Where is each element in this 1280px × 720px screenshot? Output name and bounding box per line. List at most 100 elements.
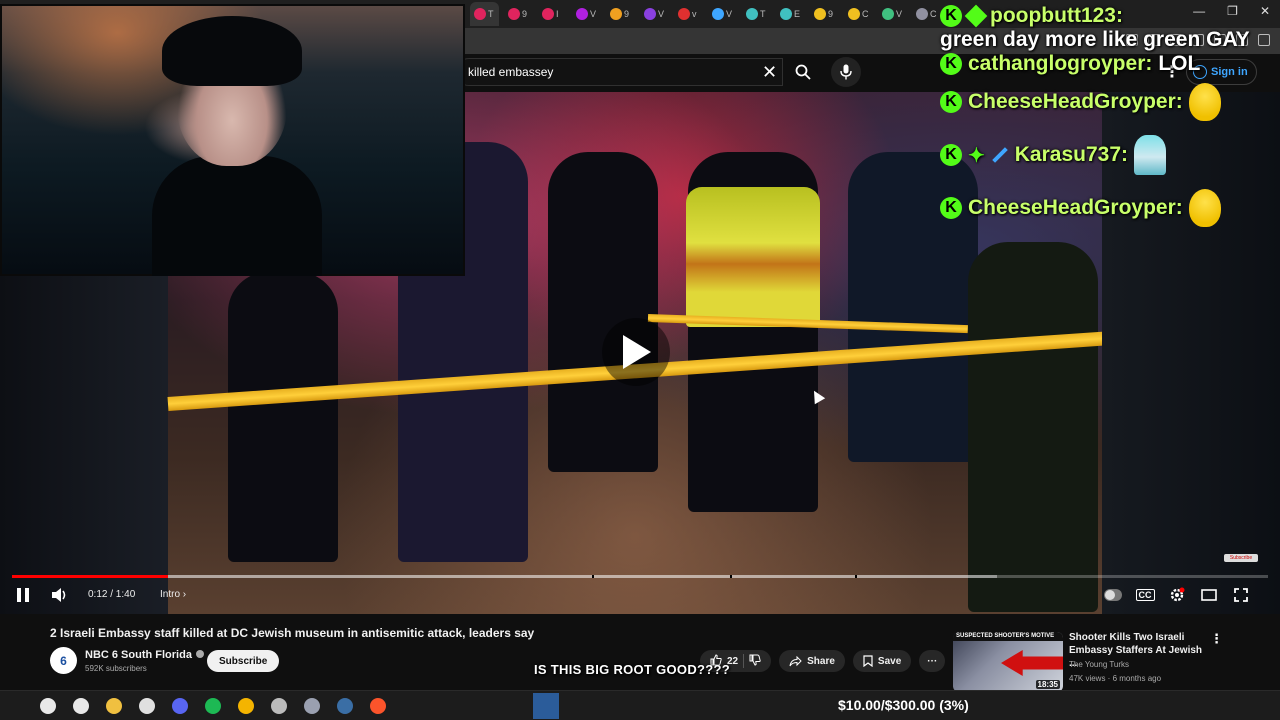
- app-icon-1[interactable]: [137, 696, 157, 716]
- subscribe-button[interactable]: Subscribe: [207, 650, 280, 672]
- video-hi-vis-vest: [686, 187, 820, 327]
- chapter-marker: [855, 575, 857, 578]
- autoplay-toggle[interactable]: [1104, 587, 1122, 603]
- save-button[interactable]: Save: [852, 650, 912, 672]
- chat-message: K CheeseHeadGroyper:: [940, 76, 1270, 128]
- share-icon: [789, 655, 802, 666]
- windows-start-button[interactable]: [6, 698, 22, 714]
- player-controls: 0:12 / 1:40 Intro › CC: [0, 584, 1280, 608]
- browser-tab[interactable]: C: [912, 2, 941, 26]
- browser-tab[interactable]: T: [470, 2, 499, 26]
- active-taskbar-app[interactable]: [533, 693, 559, 719]
- browser-tab[interactable]: T: [742, 2, 771, 26]
- browser-tab[interactable]: V: [640, 2, 669, 26]
- browser-tab[interactable]: I: [538, 2, 567, 26]
- tab-favicon-icon: [712, 8, 724, 20]
- play-overlay-button[interactable]: [602, 318, 670, 386]
- kick-badge-icon: K: [940, 5, 962, 27]
- theater-icon: [1201, 589, 1217, 601]
- chat-message: green day more like green GAY: [940, 28, 1270, 52]
- browser-tab[interactable]: v: [674, 2, 703, 26]
- chapter-marker: [592, 575, 594, 578]
- theater-mode-button[interactable]: [1200, 587, 1218, 603]
- tab-favicon-icon: [644, 8, 656, 20]
- browser-tab[interactable]: 9: [606, 2, 635, 26]
- browser-tab[interactable]: E: [776, 2, 805, 26]
- brave-icon[interactable]: [368, 696, 388, 716]
- browser-tab[interactable]: C: [844, 2, 873, 26]
- chapter-button[interactable]: Intro ›: [160, 589, 186, 600]
- channel-name[interactable]: NBC 6 South Florida: [85, 649, 204, 661]
- recommended-video-channel[interactable]: The Young Turks: [1069, 660, 1129, 669]
- chrome-icon[interactable]: [236, 696, 256, 716]
- progress-bar[interactable]: [12, 575, 1268, 578]
- thumbs-down-icon: [749, 654, 761, 666]
- verified-icon: [195, 650, 204, 658]
- share-button[interactable]: Share: [779, 650, 845, 672]
- tab-label: V: [896, 9, 903, 19]
- kick-badge-icon: K: [940, 197, 962, 219]
- search-button[interactable]: [783, 58, 823, 86]
- browser-tab[interactable]: V: [572, 2, 601, 26]
- recommended-more-icon[interactable]: ⋮: [1210, 631, 1223, 647]
- pause-bar: [17, 588, 21, 602]
- tab-favicon-icon: [678, 8, 690, 20]
- settings-button[interactable]: [1168, 587, 1186, 603]
- divider: [743, 654, 745, 668]
- tab-label: 9: [624, 9, 630, 19]
- tab-label: 9: [828, 9, 834, 19]
- chat-text: LOL: [1158, 52, 1201, 75]
- tab-favicon-icon: [848, 8, 860, 20]
- video-title: 2 Israeli Embassy staff killed at DC Jew…: [50, 626, 535, 640]
- browser-tab[interactable]: 9: [810, 2, 839, 26]
- chat-username: Karasu737:: [1014, 143, 1128, 166]
- app-icon-2-glyph: [271, 698, 287, 714]
- folder-icon[interactable]: [104, 696, 124, 716]
- fullscreen-button[interactable]: [1232, 587, 1250, 603]
- video-person: [548, 152, 658, 472]
- more-actions-button[interactable]: ···: [919, 650, 946, 672]
- chrome-icon-glyph: [238, 698, 254, 714]
- chat-text: green day more like green GAY: [940, 28, 1250, 51]
- browser-tab[interactable]: V: [708, 2, 737, 26]
- bookmark-icon: [863, 655, 873, 667]
- search-icon: [795, 64, 811, 80]
- search-icon[interactable]: [38, 696, 58, 716]
- search-input[interactable]: killed embassey: [455, 58, 783, 86]
- facecam-body: [152, 156, 322, 276]
- star-badge-icon: ✦: [968, 144, 985, 167]
- steam-icon[interactable]: [335, 696, 355, 716]
- volume-button[interactable]: [51, 587, 69, 608]
- pause-bar: [25, 588, 29, 602]
- spotify-icon[interactable]: [203, 696, 223, 716]
- taskview-icon[interactable]: [71, 696, 91, 716]
- voice-search-button[interactable]: [831, 57, 861, 87]
- tab-favicon-icon: [474, 8, 486, 20]
- channel-avatar[interactable]: 6: [50, 647, 77, 674]
- dislike-button[interactable]: [749, 654, 761, 669]
- clear-search-icon[interactable]: ✕: [762, 63, 777, 81]
- discord-icon[interactable]: [170, 696, 190, 716]
- tab-label: E: [794, 9, 801, 19]
- kick-badge-icon: K: [940, 53, 962, 75]
- video-person: [228, 272, 338, 562]
- cc-icon: CC: [1135, 589, 1155, 601]
- recommended-video-thumbnail[interactable]: SUSPECTED SHOOTER'S MOTIVE 18:35: [953, 632, 1063, 692]
- subscribe-watermark[interactable]: Subscribe: [1224, 554, 1258, 562]
- discord-icon-glyph: [172, 698, 188, 714]
- subscriber-count: 592K subscribers: [85, 664, 147, 673]
- fullscreen-icon: [1234, 588, 1248, 602]
- chat-username: poopbutt123:: [990, 4, 1123, 27]
- captions-button[interactable]: CC: [1135, 587, 1155, 603]
- browser-tab[interactable]: 9: [504, 2, 533, 26]
- tab-label: 9: [522, 9, 528, 19]
- tab-favicon-icon: [746, 8, 758, 20]
- app-icon-1-glyph: [139, 698, 155, 714]
- chat-username: cathanglogroyper:: [968, 52, 1153, 75]
- app-icon-2[interactable]: [269, 696, 289, 716]
- tab-favicon-icon: [576, 8, 588, 20]
- video-tree: [968, 242, 1098, 612]
- app-icon-3[interactable]: [302, 696, 322, 716]
- browser-tab[interactable]: V: [878, 2, 907, 26]
- pause-button[interactable]: [17, 588, 31, 602]
